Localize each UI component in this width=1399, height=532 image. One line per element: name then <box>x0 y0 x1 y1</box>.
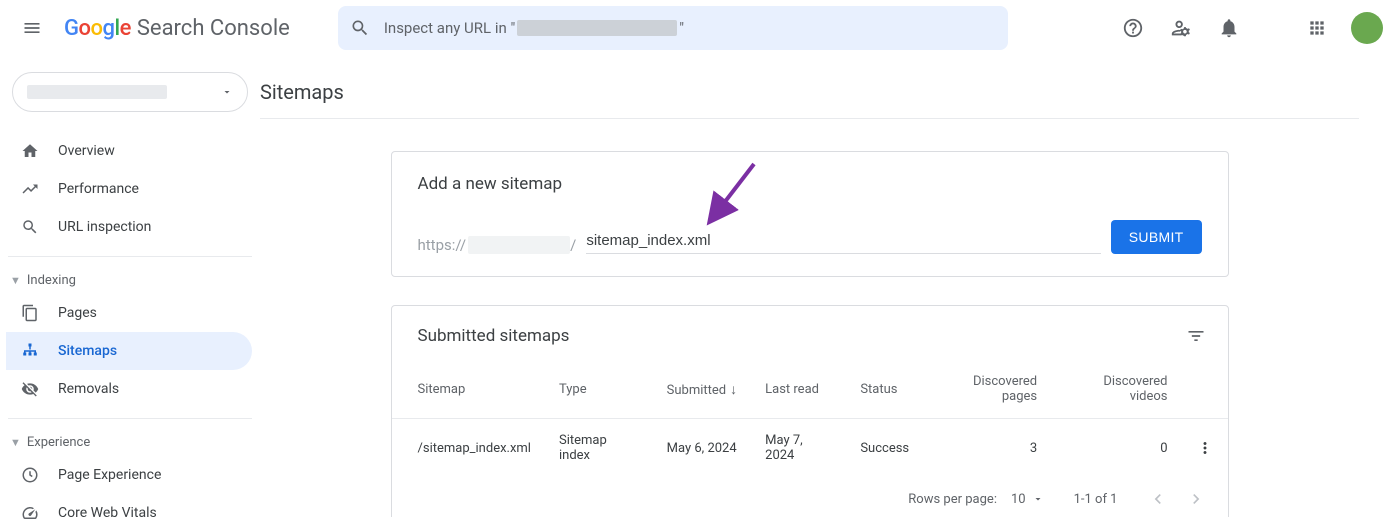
caret-down-icon: ▼ <box>10 274 21 287</box>
home-icon <box>20 142 40 160</box>
sidebar-item-label: Overview <box>58 143 115 159</box>
sidebar: Overview Performance URL inspection ▼ In… <box>0 56 260 517</box>
sidebar-item-label: Performance <box>58 181 139 197</box>
section-indexing[interactable]: ▼ Indexing <box>8 263 252 294</box>
submitted-sitemaps-card: Submitted sitemaps Sitemap Type Submitte… <box>391 305 1229 517</box>
page-title: Sitemaps <box>260 80 1359 104</box>
filter-button[interactable] <box>1186 326 1206 346</box>
user-settings-icon <box>1170 17 1192 39</box>
sidebar-item-core-web-vitals[interactable]: Core Web Vitals <box>6 494 252 532</box>
chevron-down-icon <box>1032 493 1044 505</box>
table-footer: Rows per page: 10 1-1 of 1 <box>392 477 1228 517</box>
sidebar-item-overview[interactable]: Overview <box>6 132 252 170</box>
hamburger-menu[interactable] <box>12 8 52 48</box>
more-vert-icon <box>1196 439 1214 457</box>
search-placeholder: Inspect any URL in "" <box>384 19 684 37</box>
cell-discovered-pages: 3 <box>923 419 1051 478</box>
main-content: Sitemaps Add a new sitemap https:/// SUB… <box>260 56 1399 517</box>
redacted-property <box>27 85 167 99</box>
page-experience-icon <box>20 466 40 484</box>
col-discovered-videos[interactable]: Discovered videos <box>1051 360 1181 419</box>
sidebar-item-label: URL inspection <box>58 219 151 235</box>
add-sitemap-title: Add a new sitemap <box>418 174 1202 194</box>
sidebar-item-page-experience[interactable]: Page Experience <box>6 456 252 494</box>
redacted-domain <box>517 20 677 36</box>
sitemap-url-input[interactable] <box>586 228 1100 254</box>
section-experience[interactable]: ▼ Experience <box>8 425 252 456</box>
rows-per-page-label: Rows per page: <box>908 492 997 507</box>
chevron-right-icon <box>1186 489 1206 509</box>
sidebar-item-removals[interactable]: Removals <box>6 370 252 408</box>
help-button[interactable] <box>1113 8 1153 48</box>
bell-icon <box>1218 17 1240 39</box>
property-selector[interactable] <box>12 72 248 112</box>
sitemaps-table: Sitemap Type Submitted↓ Last read Status… <box>392 360 1228 477</box>
menu-icon <box>22 18 42 38</box>
submitted-sitemaps-title: Submitted sitemaps <box>418 326 570 346</box>
visibility-off-icon <box>20 380 40 398</box>
apps-button[interactable] <box>1297 8 1337 48</box>
add-sitemap-card: Add a new sitemap https:/// SUBMIT <box>391 151 1229 277</box>
cell-sitemap: /sitemap_index.xml <box>392 419 545 478</box>
col-discovered-pages[interactable]: Discovered pages <box>923 360 1051 419</box>
sidebar-item-label: Sitemaps <box>58 343 117 359</box>
sidebar-item-sitemaps[interactable]: Sitemaps <box>6 332 252 370</box>
speed-icon <box>20 504 40 522</box>
manage-users-button[interactable] <box>1161 8 1201 48</box>
row-menu-button[interactable] <box>1182 419 1228 478</box>
notifications-button[interactable] <box>1209 8 1249 48</box>
chevron-left-icon <box>1148 489 1168 509</box>
cell-status: Success <box>846 419 923 478</box>
sitemap-icon <box>20 342 40 360</box>
next-page-button[interactable] <box>1186 489 1206 509</box>
logo-product: Search Console <box>137 16 290 41</box>
col-last-read[interactable]: Last read <box>751 360 846 419</box>
url-inspect-search[interactable]: Inspect any URL in "" <box>338 6 1008 50</box>
search-icon <box>350 18 370 38</box>
sidebar-item-label: Core Web Vitals <box>58 505 157 521</box>
help-icon <box>1122 17 1144 39</box>
caret-down-icon: ▼ <box>10 436 21 449</box>
sidebar-item-performance[interactable]: Performance <box>6 170 252 208</box>
logo-google: Google <box>64 16 131 41</box>
apps-icon <box>1307 18 1327 38</box>
logo[interactable]: Google Search Console <box>64 16 290 41</box>
cell-submitted: May 6, 2024 <box>653 419 751 478</box>
chevron-down-icon <box>221 86 233 98</box>
sidebar-item-url-inspection[interactable]: URL inspection <box>6 208 252 246</box>
cell-last-read: May 7, 2024 <box>751 419 846 478</box>
sidebar-item-label: Removals <box>58 381 119 397</box>
submit-button[interactable]: SUBMIT <box>1111 220 1202 254</box>
account-avatar[interactable] <box>1351 12 1383 44</box>
col-submitted[interactable]: Submitted↓ <box>653 360 751 419</box>
sort-desc-icon: ↓ <box>730 382 737 398</box>
sidebar-item-pages[interactable]: Pages <box>6 294 252 332</box>
sidebar-item-label: Pages <box>58 305 97 321</box>
trending-icon <box>20 180 40 198</box>
col-sitemap[interactable]: Sitemap <box>392 360 545 419</box>
sitemap-url-prefix: https:/// <box>418 236 577 254</box>
pagination-range: 1-1 of 1 <box>1074 492 1118 507</box>
col-status[interactable]: Status <box>846 360 923 419</box>
cell-discovered-videos: 0 <box>1051 419 1181 478</box>
prev-page-button[interactable] <box>1148 489 1168 509</box>
sidebar-item-label: Page Experience <box>58 467 161 483</box>
filter-icon <box>1186 326 1206 346</box>
redacted-domain <box>468 236 570 254</box>
table-row[interactable]: /sitemap_index.xml Sitemap index May 6, … <box>392 419 1228 478</box>
cell-type: Sitemap index <box>545 419 653 478</box>
rows-per-page-select[interactable]: 10 <box>1011 492 1044 507</box>
search-small-icon <box>20 218 40 236</box>
pages-icon <box>20 304 40 322</box>
col-type[interactable]: Type <box>545 360 653 419</box>
